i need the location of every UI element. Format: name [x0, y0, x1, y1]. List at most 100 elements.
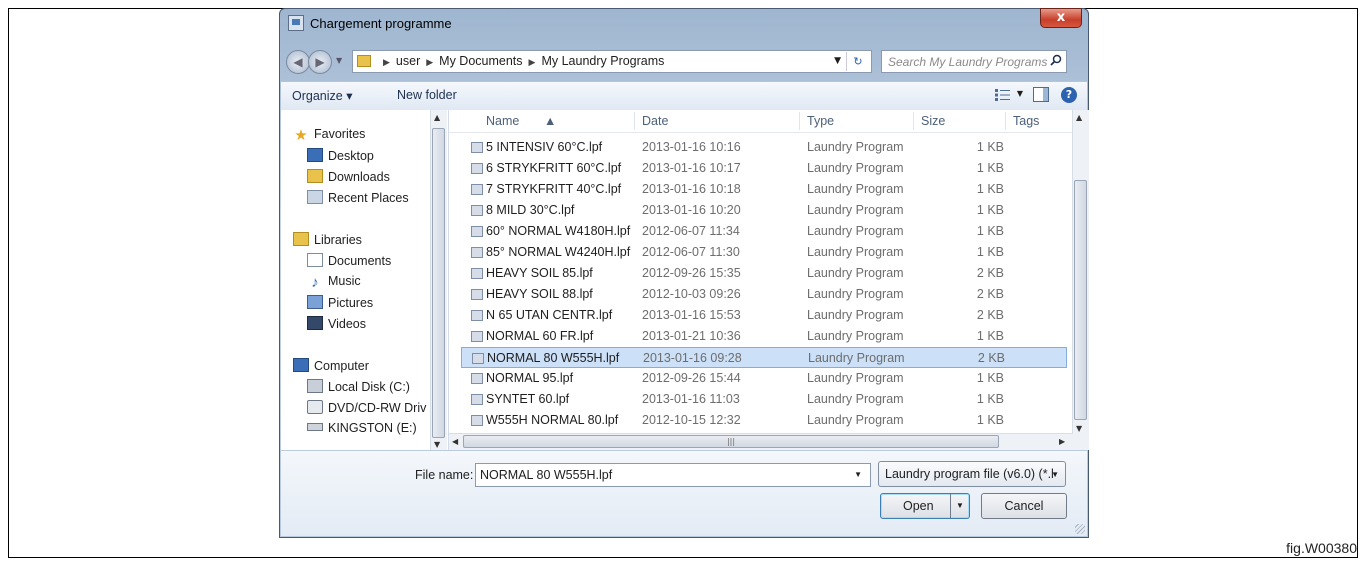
- nav-label: Documents: [328, 254, 392, 268]
- file-name: HEAVY SOIL 85.lpf: [486, 266, 593, 280]
- nav-downloads[interactable]: Downloads: [307, 169, 390, 187]
- file-row[interactable]: 5 INTENSIV 60°C.lpf 2013-01-16 10:16 Laund…: [461, 137, 1067, 158]
- file-date: 2013-01-16 10:20: [642, 203, 741, 217]
- file-list-scroll-thumb[interactable]: [1074, 180, 1087, 420]
- nav-favorites[interactable]: ★ Favorites: [293, 127, 365, 145]
- recent-pages-dropdown[interactable]: ▼: [336, 56, 342, 65]
- file-row[interactable]: 7 STRYKFRITT 40°C.lpf 2013-01-16 10:18 Lau…: [461, 179, 1067, 200]
- column-type[interactable]: Type: [807, 114, 834, 128]
- file-name-field[interactable]: NORMAL 80 W555H.lpf ▼: [475, 463, 871, 487]
- file-name: NORMAL 80 W555H.lpf: [487, 351, 620, 365]
- file-row[interactable]: N 65 UTAN CENTR.lpf 2013-01-16 15:53 Laund…: [461, 305, 1067, 326]
- search-placeholder: Search My Laundry Programs: [888, 55, 1048, 69]
- nav-music[interactable]: ♪ Music: [307, 274, 361, 292]
- new-folder-button[interactable]: New folder: [397, 88, 457, 102]
- file-row[interactable]: NORMAL 60 FR.lpf 2013-01-21 10:36 Laundry …: [461, 326, 1067, 347]
- nav-kingston[interactable]: KINGSTON (E:): [307, 421, 417, 439]
- search-input[interactable]: Search My Laundry Programs: [881, 50, 1067, 73]
- file-icon: [471, 226, 483, 237]
- file-type: Laundry Program: [807, 140, 904, 154]
- nav-local-disk[interactable]: Local Disk (C:): [307, 379, 410, 397]
- column-divider[interactable]: [799, 112, 800, 130]
- chevron-right-icon[interactable]: ▶: [383, 57, 390, 67]
- file-name-value: NORMAL 80 W555H.lpf: [480, 468, 613, 482]
- crumb-my-laundry-programs[interactable]: My Laundry Programs: [541, 54, 664, 68]
- open-split-dropdown[interactable]: ▼: [950, 494, 969, 518]
- chevron-down-icon[interactable]: ▼: [854, 470, 862, 479]
- cancel-button[interactable]: Cancel: [981, 493, 1067, 519]
- file-row[interactable]: W555H NORMAL 80.lpf 2012-10-15 12:32 Laund…: [461, 410, 1067, 431]
- crumb-my-documents[interactable]: My Documents: [439, 54, 522, 68]
- crumb-user[interactable]: user: [396, 54, 420, 68]
- column-divider[interactable]: [1005, 112, 1006, 130]
- scroll-right-icon[interactable]: ▶: [1059, 437, 1065, 446]
- file-size: 1 KB: [976, 413, 1004, 427]
- scroll-up-icon[interactable]: ▲: [1076, 113, 1082, 122]
- nav-desktop[interactable]: Desktop: [307, 148, 374, 166]
- computer-icon: [293, 358, 309, 372]
- file-row[interactable]: HEAVY SOIL 85.lpf 2012-09-26 15:35 Laundry…: [461, 263, 1067, 284]
- forward-button[interactable]: ▶: [308, 50, 332, 74]
- scroll-down-icon[interactable]: ▼: [434, 440, 440, 449]
- file-type: Laundry Program: [807, 413, 904, 427]
- horizontal-scrollbar[interactable]: ◀ ||| ▶: [449, 433, 1073, 450]
- view-dropdown-icon[interactable]: ▼: [1017, 89, 1023, 98]
- file-row[interactable]: 8 MILD 30°C.lpf 2013-01-16 10:20 Laundry P…: [461, 200, 1067, 221]
- search-icon[interactable]: [1050, 54, 1062, 66]
- scroll-up-icon[interactable]: ▲: [434, 113, 440, 122]
- open-file-dialog: Chargement programme x ◀ ▶ ▼ ▶ user ▶ My Do…: [279, 8, 1089, 538]
- chevron-right-icon[interactable]: ▶: [529, 57, 536, 67]
- navigation-pane: ★ Favorites Desktop Downloads Recent Plac…: [281, 110, 449, 450]
- preview-pane-icon[interactable]: [1033, 87, 1049, 102]
- nav-pictures[interactable]: Pictures: [307, 295, 373, 313]
- scroll-left-icon[interactable]: ◀: [452, 437, 458, 446]
- open-button[interactable]: Open ▼: [880, 493, 970, 519]
- file-row[interactable]: 85° NORMAL W4240H.lpf 2012-06-07 11:30 Lau…: [461, 242, 1067, 263]
- nav-scrollbar[interactable]: ▲ ▼: [430, 110, 447, 450]
- file-row[interactable]: NORMAL 80 W555H.lpf 2013-01-16 09:28 Laund…: [461, 347, 1067, 368]
- nav-recent-places[interactable]: Recent Places: [307, 190, 409, 208]
- folder-icon: [357, 55, 371, 67]
- nav-videos[interactable]: Videos: [307, 316, 366, 334]
- column-name[interactable]: Name: [486, 114, 519, 128]
- column-date[interactable]: Date: [642, 114, 668, 128]
- nav-label: Music: [328, 274, 361, 288]
- file-size: 1 KB: [976, 392, 1004, 406]
- file-list-scrollbar[interactable]: ▲ ▼: [1072, 110, 1089, 450]
- help-icon[interactable]: ?: [1061, 87, 1077, 103]
- resize-grip-icon[interactable]: [1075, 524, 1085, 534]
- close-button[interactable]: x: [1040, 8, 1082, 28]
- nav-documents[interactable]: Documents: [307, 253, 391, 271]
- nav-scroll-thumb[interactable]: [432, 128, 445, 438]
- title-bar[interactable]: Chargement programme x: [280, 8, 1088, 39]
- file-icon: [472, 353, 484, 364]
- column-divider[interactable]: [913, 112, 914, 130]
- address-dropdown[interactable]: ▼: [834, 56, 841, 66]
- column-tags[interactable]: Tags: [1013, 114, 1039, 128]
- file-row[interactable]: NORMAL 95.lpf 2012-09-26 15:44 Laundry Pro…: [461, 368, 1067, 389]
- horizontal-scroll-thumb[interactable]: |||: [463, 435, 999, 448]
- address-bar[interactable]: ▶ user ▶ My Documents ▶ My Laundry Programs ▼…: [352, 50, 872, 73]
- nav-label: Videos: [328, 317, 366, 331]
- refresh-icon[interactable]: ↻: [846, 52, 869, 71]
- file-size: 1 KB: [976, 224, 1004, 238]
- file-name: W555H NORMAL 80.lpf: [486, 413, 619, 427]
- file-row[interactable]: 60° NORMAL W4180H.lpf 2012-06-07 11:34 Lau…: [461, 221, 1067, 242]
- nav-computer[interactable]: Computer: [293, 358, 369, 376]
- file-type-filter[interactable]: Laundry program file (v6.0) (*.l ▼: [878, 461, 1066, 487]
- chevron-right-icon[interactable]: ▶: [426, 57, 433, 67]
- file-list: 5 INTENSIV 60°C.lpf 2013-01-16 10:16 Laund…: [449, 110, 1089, 450]
- file-row[interactable]: HEAVY SOIL 88.lpf 2012-10-03 09:26 Laundry…: [461, 284, 1067, 305]
- back-button[interactable]: ◀: [286, 50, 310, 74]
- column-divider[interactable]: [634, 112, 635, 130]
- column-size[interactable]: Size: [921, 114, 945, 128]
- nav-dvd-drive[interactable]: DVD/CD-RW Driv: [307, 400, 426, 418]
- organize-menu[interactable]: Organize ▾: [292, 88, 352, 103]
- scroll-down-icon[interactable]: ▼: [1076, 424, 1082, 433]
- view-options-icon[interactable]: [995, 89, 1011, 101]
- nav-libraries[interactable]: Libraries: [293, 232, 362, 250]
- chevron-down-icon[interactable]: ▼: [1051, 470, 1059, 479]
- window-title: Chargement programme: [310, 16, 452, 31]
- file-row[interactable]: 6 STRYKFRITT 60°C.lpf 2013-01-16 10:17 Lau…: [461, 158, 1067, 179]
- file-row[interactable]: SYNTET 60.lpf 2013-01-16 11:03 Laundry Pro…: [461, 389, 1067, 410]
